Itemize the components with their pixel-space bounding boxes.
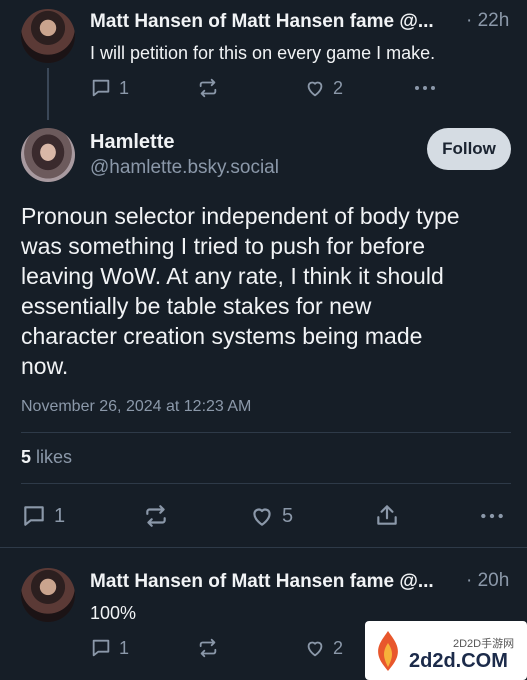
repost-button[interactable] bbox=[197, 77, 219, 99]
reply-button[interactable]: 1 bbox=[90, 77, 129, 99]
reply-count: 1 bbox=[119, 77, 130, 98]
handle[interactable]: @hamlette.bsky.social bbox=[90, 157, 279, 179]
more-icon bbox=[479, 503, 505, 529]
like-count: 2 bbox=[333, 77, 344, 98]
like-icon bbox=[304, 637, 326, 659]
post-text-line: leaving WoW. At any rate, I think it sho… bbox=[21, 263, 444, 289]
post-timestamp[interactable]: November 26, 2024 at 12:23 AM bbox=[21, 398, 251, 416]
share-icon bbox=[374, 502, 400, 528]
post-text-line: Pronoun selector independent of body typ… bbox=[21, 203, 460, 229]
post-text-line: character creation systems being made bbox=[21, 323, 423, 349]
like-icon bbox=[249, 503, 275, 529]
like-count: 5 bbox=[282, 504, 294, 527]
post-body: Pronoun selector independent of body typ… bbox=[21, 201, 521, 381]
like-button[interactable]: 2 bbox=[304, 77, 343, 99]
likes-summary[interactable]: 5 likes bbox=[21, 447, 72, 468]
post-text-line: essentially be table stakes for new bbox=[21, 293, 372, 319]
thread-line bbox=[47, 68, 49, 120]
divider bbox=[21, 432, 511, 433]
more-icon bbox=[413, 77, 437, 99]
divider bbox=[0, 547, 527, 548]
avatar[interactable] bbox=[21, 568, 75, 622]
avatar[interactable] bbox=[21, 128, 75, 182]
post-time[interactable]: · 22h bbox=[466, 10, 509, 32]
likes-label: likes bbox=[36, 447, 73, 467]
more-button[interactable] bbox=[413, 77, 437, 99]
post-author[interactable]: Matt Hansen of Matt Hansen fame @... bbox=[90, 571, 434, 593]
post-text-line: was something I tried to push for before bbox=[21, 233, 425, 259]
follow-button[interactable]: Follow bbox=[427, 128, 511, 170]
reply-button[interactable]: 1 bbox=[21, 503, 65, 529]
repost-icon bbox=[197, 637, 219, 659]
reply-icon bbox=[90, 637, 112, 659]
reply-icon bbox=[21, 503, 47, 529]
avatar[interactable] bbox=[21, 9, 75, 63]
post-author[interactable]: Matt Hansen of Matt Hansen fame @... bbox=[90, 11, 434, 33]
post-text: 100% bbox=[90, 603, 137, 623]
repost-icon bbox=[197, 77, 219, 99]
likes-count: 5 bbox=[21, 447, 32, 467]
flame-icon bbox=[373, 629, 403, 678]
divider bbox=[21, 483, 511, 484]
like-button[interactable]: 5 bbox=[249, 503, 293, 529]
post-text: I will petition for this on every game I… bbox=[90, 43, 436, 63]
watermark: 2D2D手游网 2d2d.COM bbox=[365, 621, 527, 680]
like-icon bbox=[304, 77, 326, 99]
repost-button[interactable] bbox=[197, 637, 219, 659]
reply-button[interactable]: 1 bbox=[90, 637, 129, 659]
reply-icon bbox=[90, 77, 112, 99]
more-button[interactable] bbox=[479, 503, 505, 529]
repost-icon bbox=[143, 503, 169, 529]
post-text-line: now. bbox=[21, 353, 69, 379]
reply-count: 1 bbox=[54, 504, 66, 527]
share-button[interactable] bbox=[374, 502, 400, 528]
repost-button[interactable] bbox=[143, 503, 169, 529]
like-button[interactable]: 2 bbox=[304, 637, 343, 659]
post-time[interactable]: · 20h bbox=[466, 570, 509, 592]
watermark-domain: 2d2d.COM bbox=[409, 650, 508, 672]
watermark-cn-text: 2D2D手游网 bbox=[453, 638, 515, 650]
like-count: 2 bbox=[333, 637, 344, 658]
display-name[interactable]: Hamlette bbox=[90, 131, 174, 154]
reply-count: 1 bbox=[119, 637, 130, 658]
